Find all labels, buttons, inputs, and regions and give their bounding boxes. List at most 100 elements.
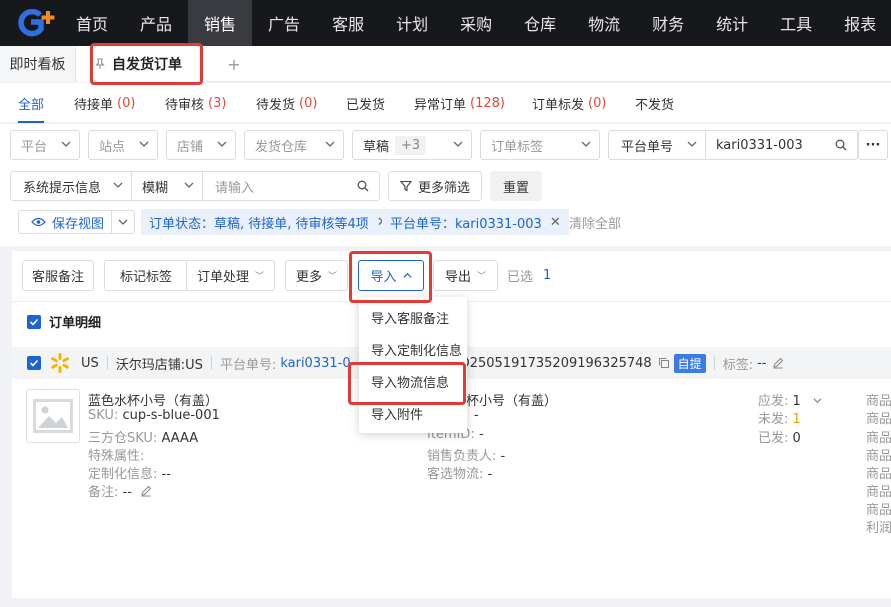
right-field-label: 商品 bbox=[866, 467, 891, 482]
edit-icon[interactable] bbox=[140, 485, 152, 497]
status-tab-pending-ship[interactable]: 待发货 (0) bbox=[256, 83, 317, 123]
tab-self-ship-orders[interactable]: 自发货订单 bbox=[78, 46, 206, 82]
mark-tag-button[interactable]: 标记标签 bbox=[104, 260, 188, 291]
menu-item-import-custom-info[interactable]: 导入定制化信息 bbox=[359, 333, 467, 365]
nav-item-logistics[interactable]: 物流 bbox=[572, 0, 636, 46]
nav-item-plan[interactable]: 计划 bbox=[380, 0, 444, 46]
field-value: 1 bbox=[792, 412, 801, 427]
clear-all-link[interactable]: 清除全部 bbox=[569, 209, 621, 235]
save-view-button[interactable]: 保存视图 bbox=[19, 211, 111, 233]
right-field-label: 商品 bbox=[866, 412, 891, 427]
more-filters-button[interactable]: 更多筛选 bbox=[388, 171, 482, 201]
walmart-spark-icon bbox=[51, 353, 69, 373]
match-mode-select[interactable]: 模糊 bbox=[132, 172, 202, 200]
shop-select[interactable]: 店铺 bbox=[166, 130, 236, 160]
more-options-button[interactable]: ··· bbox=[858, 130, 888, 160]
more-actions-button[interactable]: 更多 ﹀ bbox=[285, 260, 348, 291]
site-select[interactable]: 站点 bbox=[88, 130, 158, 160]
order-no: FO2505191735209196325748 bbox=[452, 355, 652, 371]
divider bbox=[106, 356, 108, 370]
status-tab-label: 不发货 bbox=[635, 97, 675, 113]
export-button[interactable]: 导出 ﹀ bbox=[433, 260, 498, 291]
buyer-logistics: 客选物流: - bbox=[427, 463, 492, 482]
search-input[interactable]: kari0331-003 bbox=[716, 131, 803, 159]
search-icon[interactable] bbox=[357, 180, 369, 192]
field-label: SKU: bbox=[88, 408, 119, 423]
nav-item-finance[interactable]: 财务 bbox=[636, 0, 700, 46]
status-tab-all[interactable]: 全部 bbox=[18, 83, 45, 123]
menu-item-import-logistics[interactable]: 导入物流信息 bbox=[359, 365, 467, 397]
order-checkbox[interactable] bbox=[27, 356, 41, 370]
nav-item-purchase[interactable]: 采购 bbox=[444, 0, 508, 46]
order-tag-select[interactable]: 订单标签 bbox=[480, 130, 600, 160]
pickup-badge: 自提 bbox=[673, 353, 706, 373]
chevron-down-icon[interactable] bbox=[813, 396, 822, 405]
ellipsis-icon: ··· bbox=[865, 137, 881, 153]
platform-no-link[interactable]: kari0331-0 bbox=[280, 356, 350, 371]
status-tab-label: 订单标发 bbox=[532, 97, 585, 113]
right-field-label: 商品 bbox=[866, 431, 891, 446]
nav-item-ads[interactable]: 广告 bbox=[252, 0, 316, 46]
edit-icon[interactable] bbox=[772, 357, 784, 369]
pin-icon[interactable] bbox=[94, 58, 106, 70]
cs-note-button[interactable]: 客服备注 bbox=[22, 260, 94, 291]
nav-item-tools[interactable]: 工具 bbox=[764, 0, 828, 46]
copy-icon[interactable] bbox=[658, 357, 670, 369]
nav-item-sales[interactable]: 销售 bbox=[188, 0, 253, 46]
import-dropdown-menu: 导入客服备注 导入定制化信息 导入物流信息 导入附件 bbox=[359, 297, 467, 433]
platform-select[interactable]: 平台 bbox=[10, 130, 80, 160]
field-label: 应发: bbox=[758, 394, 789, 409]
field-value: AAAA bbox=[161, 431, 199, 446]
sys-info-select[interactable]: 系统提示信息 bbox=[11, 172, 131, 200]
chevron-down-icon[interactable] bbox=[118, 217, 128, 227]
nav-item-home[interactable]: 首页 bbox=[60, 0, 124, 46]
status-multiselect[interactable]: 草稿 +3 bbox=[352, 130, 472, 160]
status-tab-shipped[interactable]: 已发货 bbox=[346, 83, 385, 123]
status-tab-pending-review[interactable]: 待审核 (3) bbox=[165, 83, 226, 123]
status-tab-label: 待审核 bbox=[165, 97, 205, 113]
field-value: -- bbox=[122, 485, 132, 500]
status-tab-pending-accept[interactable]: 待接单 (0) bbox=[74, 83, 135, 123]
chevron-up-icon bbox=[402, 272, 412, 278]
filter-icon bbox=[399, 180, 412, 192]
select-all-checkbox[interactable] bbox=[27, 314, 41, 329]
import-button[interactable]: 导入 bbox=[358, 260, 424, 291]
nav-item-warehouse[interactable]: 仓库 bbox=[508, 0, 572, 46]
nav-item-product[interactable]: 产品 bbox=[124, 0, 188, 46]
status-tab-mark-ship[interactable]: 订单标发 (0) bbox=[532, 83, 606, 123]
nav-item-reports[interactable]: 报表 bbox=[828, 0, 891, 46]
field-value: 0 bbox=[792, 431, 801, 446]
status-tab-abnormal[interactable]: 异常订单 (128) bbox=[414, 83, 505, 123]
button-label: 导出 bbox=[444, 270, 471, 285]
status-tab-label: 待发货 bbox=[256, 97, 296, 113]
order-status-tabs: 全部 待接单 (0) 待审核 (3) 待发货 (0) 已发货 异常订单 (128) 订单… bbox=[0, 83, 891, 123]
button-label: 导入 bbox=[370, 270, 397, 285]
close-icon[interactable]: ✕ bbox=[550, 215, 561, 230]
logo-icon bbox=[18, 9, 55, 37]
divider bbox=[111, 211, 112, 233]
product-tp-sku: 三方仓SKU: AAAA bbox=[88, 427, 198, 446]
field-label: 未发: bbox=[758, 412, 789, 427]
status-tab-no-ship[interactable]: 不发货 bbox=[635, 83, 674, 123]
nav-menu: 首页 产品 销售 广告 客服 计划 采购 仓库 物流 财务 统计 工具 报表 bbox=[60, 0, 891, 46]
tab-dashboard[interactable]: 即时看板 bbox=[0, 46, 76, 82]
eye-icon bbox=[31, 217, 46, 227]
select-value: 模糊 bbox=[142, 180, 169, 196]
system-info-search: 系统提示信息 模糊 请输入 bbox=[10, 171, 380, 201]
warehouse-select[interactable]: 发货仓库 bbox=[244, 130, 344, 160]
chevron-down-icon bbox=[113, 182, 123, 188]
app-logo[interactable] bbox=[0, 0, 60, 46]
reset-button[interactable]: 重置 bbox=[490, 171, 542, 201]
nav-item-service[interactable]: 客服 bbox=[316, 0, 380, 46]
field-label: 已发: bbox=[758, 431, 789, 446]
select-placeholder: 站点 bbox=[99, 139, 126, 155]
add-tab-button[interactable]: + bbox=[222, 46, 246, 82]
order-process-button[interactable]: 订单处理 ﹀ bbox=[186, 260, 275, 291]
select-placeholder: 平台 bbox=[21, 139, 48, 155]
search-icon[interactable] bbox=[835, 139, 847, 151]
keyword-input[interactable]: 请输入 bbox=[215, 172, 254, 200]
nav-item-stats[interactable]: 统计 bbox=[700, 0, 764, 46]
search-field-select[interactable]: 平台单号 bbox=[609, 131, 705, 159]
menu-item-import-attachment[interactable]: 导入附件 bbox=[359, 397, 467, 429]
menu-item-import-cs-note[interactable]: 导入客服备注 bbox=[359, 301, 467, 333]
